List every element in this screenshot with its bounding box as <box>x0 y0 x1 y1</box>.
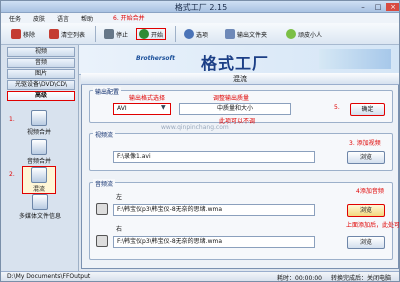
tab-picture[interactable]: 图片 <box>7 69 75 79</box>
stop-icon <box>104 29 114 39</box>
output-config-label: 输出配置 <box>93 87 122 96</box>
toolbar-separator <box>95 26 96 42</box>
output-path-status: D:\My Documents\FFOutput <box>7 273 91 280</box>
quality-select[interactable]: 中质量和大小 <box>179 103 291 115</box>
options-icon <box>184 29 194 39</box>
menu-language[interactable]: 语言 <box>57 14 69 23</box>
toolbar-separator <box>175 26 176 42</box>
world-map-image <box>319 49 391 69</box>
clear-list-icon <box>49 29 59 39</box>
brand-logo: Brothersoft <box>136 55 175 62</box>
annotation-add-audio-extra: 上面添加后，此处可以不添加 <box>346 222 400 229</box>
tab-audio[interactable]: 音频 <box>7 58 75 68</box>
mascot-icon <box>286 29 296 39</box>
clear-list-button[interactable]: 清空列表 <box>49 28 85 40</box>
annotation-step-1: 1. <box>9 116 15 123</box>
play-icon <box>139 29 149 39</box>
video-merge-item[interactable]: 视频合并 <box>22 110 56 136</box>
left-audio-path-field[interactable]: F:\韩宝仪p3\韩宝仪-8无奈的思绪.wma <box>113 204 315 216</box>
tab-video[interactable]: 视频 <box>7 47 75 57</box>
elapsed-time-status: 耗时：00:00:00 <box>277 275 322 282</box>
folder-icon <box>225 29 235 39</box>
mux-icon <box>31 167 47 183</box>
audio-merge-item[interactable]: 音频合并 <box>22 139 56 165</box>
annotation-format-select: 输出格式选择 <box>129 95 166 102</box>
audio-file-icon <box>96 235 108 247</box>
audio-stream-label: 音频流 <box>93 179 116 188</box>
start-button[interactable]: 开始 <box>136 28 167 40</box>
dialog-title: 混流 <box>81 73 399 85</box>
audio-merge-icon <box>31 139 47 155</box>
audio-file-icon <box>96 203 108 215</box>
mascot-button[interactable]: 顽皮小人 <box>286 28 322 40</box>
menu-help[interactable]: 帮助 <box>81 14 93 23</box>
annotation-step-5: 5. <box>334 104 340 111</box>
menu-skin[interactable]: 皮肤 <box>33 14 45 23</box>
annotation-add-audio: 4添加音频 <box>356 188 384 195</box>
right-audio-browse-button[interactable]: 浏览 <box>347 236 385 249</box>
right-audio-path-field[interactable]: F:\韩宝仪p3\韩宝仪-8无奈的思绪.wma <box>113 236 315 248</box>
right-channel-label: 右 <box>116 226 123 233</box>
ok-button[interactable]: 确定 <box>350 103 385 116</box>
close-button[interactable]: × <box>386 3 399 11</box>
app-window: 格式工厂 2.15 – □ × 任务 皮肤 语言 帮助 移除 清空列表 停止 开… <box>0 0 400 282</box>
media-info-icon <box>32 194 48 210</box>
mux-item[interactable]: 混流 <box>22 166 56 194</box>
maximize-button[interactable]: □ <box>371 3 385 11</box>
output-folder-button[interactable]: 输出文件夹 <box>225 28 267 40</box>
video-browse-button[interactable]: 浏览 <box>347 151 385 164</box>
chevron-down-icon: ▼ <box>161 104 166 111</box>
left-channel-label: 左 <box>116 194 123 201</box>
video-path-field[interactable]: F:\录像1.avi <box>113 151 315 163</box>
menu-task[interactable]: 任务 <box>9 14 21 23</box>
annotation-start-merge: 6. 开始合并 <box>113 15 145 22</box>
remove-button[interactable]: 移除 <box>11 28 35 40</box>
annotation-add-video: 3. 添加视频 <box>349 140 381 147</box>
stop-button[interactable]: 停止 <box>104 28 128 40</box>
annotation-quality-adjust: 调整输出质量 <box>213 95 250 102</box>
tab-disc-device[interactable]: 光驱设备\DVD\CD\ <box>7 80 75 90</box>
tab-advanced[interactable]: 高级 <box>7 91 75 101</box>
options-button[interactable]: 选项 <box>184 28 208 40</box>
window-title: 格式工厂 2.15 <box>174 3 228 12</box>
minimize-button[interactable]: – <box>356 3 370 11</box>
watermark: www.qinpinchang.com <box>161 124 229 131</box>
remove-icon <box>11 29 21 39</box>
media-info-item[interactable]: 多媒体文件信息 <box>9 194 71 220</box>
banner-title: 格式工厂 <box>201 54 270 73</box>
video-stream-label: 视频流 <box>93 130 116 139</box>
left-audio-browse-button[interactable]: 浏览 <box>347 204 385 217</box>
video-merge-icon <box>31 110 47 126</box>
after-convert-status[interactable]: 转换完成后：关闭电脑 <box>331 273 391 281</box>
annotation-step-2: 2. <box>9 171 15 178</box>
